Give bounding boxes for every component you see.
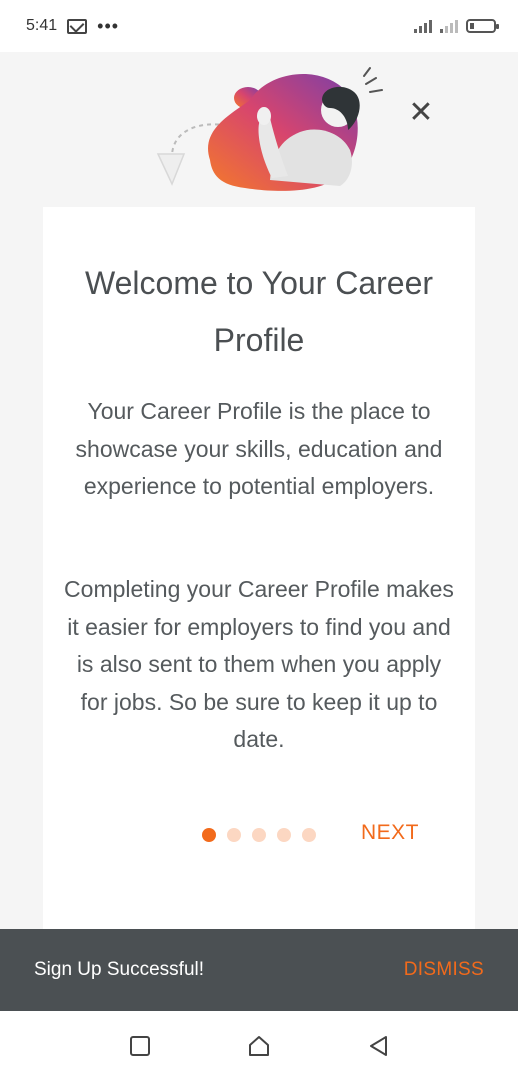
back-button[interactable] (358, 1026, 398, 1066)
page-dot-3[interactable] (252, 828, 266, 842)
status-left: 5:41 ••• (26, 17, 119, 35)
battery-icon (466, 19, 499, 33)
snackbar-message: Sign Up Successful! (34, 959, 205, 980)
page-dot-2[interactable] (227, 828, 241, 842)
onboarding-card: Welcome to Your Career Profile Your Care… (43, 207, 475, 929)
career-profile-illustration (156, 67, 383, 191)
next-button[interactable]: NEXT (361, 821, 419, 845)
arrow-head-icon (156, 153, 186, 186)
card-paragraph-1: Your Career Profile is the place to show… (75, 398, 443, 499)
back-triangle-icon (370, 1035, 388, 1056)
dismiss-button[interactable]: DISMISS (404, 959, 484, 981)
recent-apps-button[interactable] (120, 1026, 160, 1066)
spark-lines (363, 67, 383, 93)
page-indicator (202, 828, 316, 842)
close-button[interactable]: ✕ (404, 96, 438, 130)
status-right (414, 19, 499, 33)
page-dot-5[interactable] (302, 828, 316, 842)
status-bar: 5:41 ••• (0, 0, 518, 52)
status-time: 5:41 (26, 17, 58, 34)
home-button[interactable] (239, 1026, 279, 1066)
page-dot-1[interactable] (202, 828, 216, 842)
card-paragraph-2: Completing your Career Profile makes it … (64, 576, 454, 752)
navigation-bar (0, 1011, 518, 1080)
page-dot-4[interactable] (277, 828, 291, 842)
signal-icon (440, 19, 458, 33)
square-icon (129, 1035, 150, 1056)
person-hand (257, 107, 271, 125)
home-icon (248, 1035, 269, 1056)
overflow-dots-icon: ••• (97, 16, 120, 36)
snackbar: Sign Up Successful! DISMISS (0, 929, 518, 1011)
card-title: Welcome to Your Career Profile (84, 265, 434, 358)
close-icon: ✕ (408, 96, 434, 129)
mail-icon (67, 18, 88, 34)
signal-icon (414, 19, 432, 33)
